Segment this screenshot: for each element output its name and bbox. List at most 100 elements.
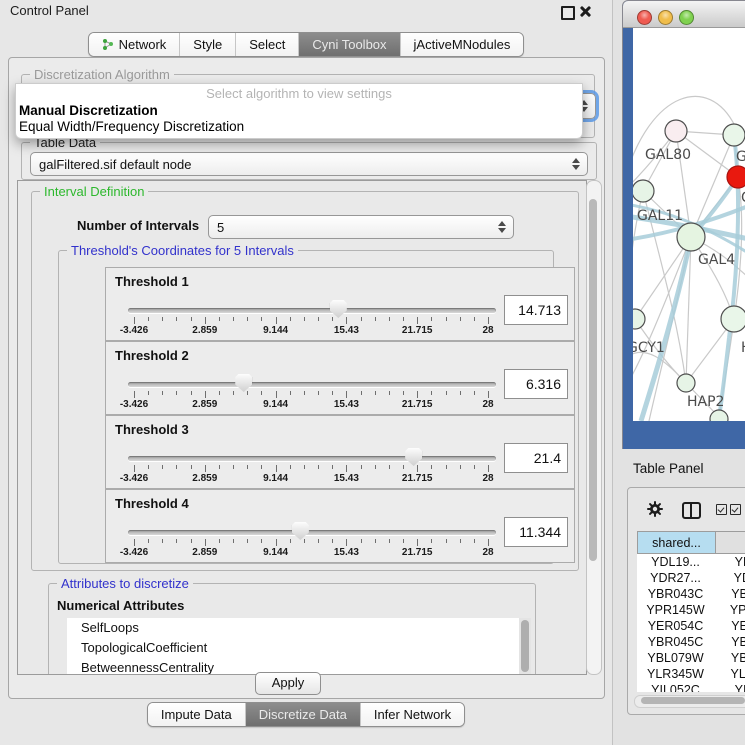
table-column-header-name[interactable]: name [716,531,745,554]
slider-tick [290,391,291,395]
network-node[interactable] [727,166,745,188]
table-row[interactable]: YDR27...YDR27... [637,570,745,586]
attribute-item-selfloops[interactable]: SelfLoops [67,618,519,638]
slider-thumb[interactable] [235,374,252,392]
slider-tick [488,391,489,398]
slider-tick [403,465,404,469]
slider-tick [261,317,262,321]
slider-thumb[interactable] [330,300,347,318]
slider-track[interactable] [128,382,496,387]
network-node[interactable] [633,180,654,202]
slider-tick [332,317,333,321]
slider-tick-label: 9.144 [263,325,288,336]
slider-tick [318,317,319,321]
network-canvas[interactable]: GAL80GACGAL11GAL4GCY1HHAP2 [633,28,745,421]
slider-tick [403,391,404,395]
slider-tick [176,317,177,321]
slider-tick [134,391,135,398]
table-row[interactable]: YIL052CYIL052C [637,682,745,692]
table-row[interactable]: YER054CYER054C [637,618,745,634]
network-node[interactable] [665,120,687,142]
slider-tick-label: 21.715 [402,399,433,410]
thresholds-group: Threshold's Coordinates for 5 Intervals … [58,250,554,564]
attributes-list-scrollbar[interactable] [519,618,531,675]
threshold-value-field[interactable]: 14.713 [504,295,568,325]
tab-jactivemnodules[interactable]: jActiveMNodules [400,33,524,56]
slider-tick [346,391,347,398]
close-traffic-light[interactable] [637,10,652,25]
network-node[interactable] [723,124,745,146]
apply-button[interactable]: Apply [255,672,321,695]
split-table-icon[interactable] [682,502,701,519]
slider-tick [191,317,192,321]
table-row[interactable]: YPR145WYPR145W [637,602,745,618]
discretization-algorithm-group-title: Discretization Algorithm [30,67,174,82]
network-node[interactable] [677,223,705,251]
algorithm-option-manual-discretization[interactable]: Manual Discretization [19,103,579,119]
slider-track[interactable] [128,530,496,535]
threshold-value-field[interactable]: 11.344 [504,517,568,547]
tab-infer-network[interactable]: Infer Network [360,703,464,726]
checkbox-icon[interactable] [716,504,727,515]
slider-tick [361,539,362,543]
slider-thumb[interactable] [405,448,422,466]
zoom-traffic-light[interactable] [679,10,694,25]
table-cell: YBL079W [714,650,745,666]
tab-network[interactable]: Network [89,33,180,56]
slider-thumb[interactable] [292,522,309,540]
network-node[interactable] [633,309,645,329]
tab-discretize-data[interactable]: Discretize Data [245,703,360,726]
tab-label: jActiveMNodules [414,37,511,52]
checkbox-icon[interactable] [730,504,741,515]
network-node[interactable] [710,410,728,421]
slider-tick [162,539,163,543]
table-column-header-shared-[interactable]: shared... [637,531,716,554]
slider-tick [417,317,418,324]
network-view-window: GAL80GACGAL11GAL4GCY1HHAP2 [622,0,745,451]
network-node-label: GAL80 [645,147,691,163]
network-edge-thick[interactable] [641,237,691,421]
network-node[interactable] [721,306,745,332]
table-row[interactable]: YBR043CYBR043C [637,586,745,602]
slider-tick [191,465,192,469]
tab-cyni-toolbox[interactable]: Cyni Toolbox [298,33,399,56]
table-cell: YBR043C [714,586,745,602]
minimize-traffic-light[interactable] [658,10,673,25]
tab-impute-data[interactable]: Impute Data [148,703,245,726]
table-horizontal-scrollbar[interactable] [634,695,745,708]
number-of-intervals-spinner[interactable]: 5 [208,215,514,239]
slider-tick-label: 9.144 [263,473,288,484]
network-node-label: HAP2 [687,394,724,410]
slider-track[interactable] [128,456,496,461]
table-cell: YIL052C [637,682,714,692]
close-icon[interactable] [579,5,592,18]
table-row[interactable]: YBL079WYBL079W [637,650,745,666]
network-node-label: C [741,190,745,206]
slider-tick [247,539,248,543]
tab-style[interactable]: Style [179,33,235,56]
threshold-value-field[interactable]: 21.4 [504,443,568,473]
network-node[interactable] [677,374,695,392]
attribute-item-topologicalcoefficient[interactable]: TopologicalCoefficient [67,638,519,658]
numerical-attributes-list[interactable]: SelfLoopsTopologicalCoefficientBetweenne… [67,618,519,675]
table-row[interactable]: YBR045CYBR045C [637,634,745,650]
network-edge[interactable] [691,135,734,237]
float-window-icon[interactable] [561,6,575,20]
gear-icon[interactable] [647,501,663,517]
table-row[interactable]: YLR345WYLR345W [637,666,745,682]
table-data-combobox[interactable]: galFiltered.sif default node [30,152,588,176]
slider-tick [332,539,333,543]
slider-tick [205,539,206,546]
table-row[interactable]: YDL19...YDL19... [637,554,745,570]
slider-tick-label: 28 [482,325,493,336]
tab-select[interactable]: Select [235,33,298,56]
settings-vertical-scrollbar[interactable] [586,180,602,675]
slider-track[interactable] [128,308,496,313]
slider-tick [431,317,432,321]
slider-tick [389,539,390,543]
algorithm-option-equal-width-frequency-discretization[interactable]: Equal Width/Frequency Discretization [19,119,579,135]
table-cell: YER054C [714,618,745,634]
slider-tick [417,539,418,546]
slider-tick [403,317,404,321]
threshold-value-field[interactable]: 6.316 [504,369,568,399]
